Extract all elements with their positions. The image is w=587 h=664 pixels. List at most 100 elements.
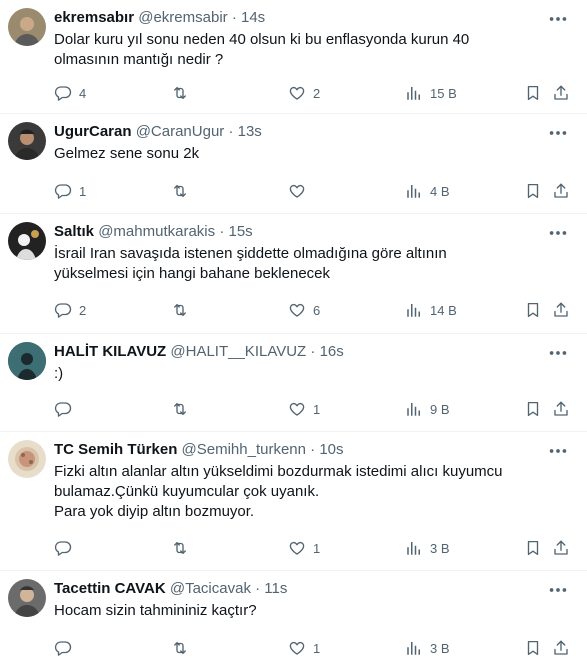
user-handle[interactable]: @CaranUgur: [136, 123, 225, 140]
views-count: 9 B: [430, 401, 450, 417]
reply-button[interactable]: [54, 637, 79, 659]
retweet-button[interactable]: [171, 398, 196, 420]
tweet[interactable]: ekremsabır @ekremsabir · 14s Dolar kuru y…: [0, 0, 587, 114]
more-dots-icon[interactable]: [547, 222, 569, 240]
display-name[interactable]: Saltık: [54, 223, 94, 240]
tweet-actions: 1 3 B: [52, 637, 587, 659]
timestamp[interactable]: 14s: [241, 9, 265, 26]
bookmark-button[interactable]: [524, 537, 542, 559]
bookmark-button[interactable]: [524, 82, 542, 104]
bookmark-icon: [524, 182, 542, 200]
display-name[interactable]: HALİT KILAVUZ: [54, 343, 166, 360]
timestamp[interactable]: 13s: [238, 123, 262, 140]
more-dots-icon[interactable]: [547, 579, 569, 597]
reply-button[interactable]: [54, 398, 79, 420]
like-button[interactable]: 1: [288, 398, 320, 420]
views-button[interactable]: 3 B: [405, 537, 450, 559]
retweet-button[interactable]: [171, 82, 196, 104]
timestamp[interactable]: 10s: [319, 441, 343, 458]
user-handle[interactable]: @HALIT__KILAVUZ: [170, 343, 306, 360]
like-count: 1: [313, 640, 321, 656]
more-dots-icon[interactable]: [547, 8, 569, 26]
like-button[interactable]: 1: [288, 537, 320, 559]
avatar[interactable]: [8, 579, 46, 617]
like-count: 6: [313, 302, 321, 318]
views-button[interactable]: 14 B: [405, 299, 457, 321]
retweet-button[interactable]: [171, 537, 196, 559]
bookmark-icon: [524, 639, 542, 657]
user-handle[interactable]: @ekremsabir: [138, 9, 227, 26]
avatar[interactable]: [8, 342, 46, 380]
like-icon: [288, 301, 306, 319]
retweet-button[interactable]: [171, 637, 196, 659]
views-count: 4 B: [430, 183, 450, 199]
share-icon: [552, 301, 570, 319]
more-dots-icon[interactable]: [547, 440, 569, 458]
share-button[interactable]: [552, 537, 570, 559]
bookmark-button[interactable]: [524, 299, 542, 321]
share-icon: [552, 639, 570, 657]
tweet[interactable]: TC Semih Türken @Semihh_turkenn · 10s Fiz…: [0, 432, 587, 571]
views-button[interactable]: 9 B: [405, 398, 450, 420]
retweet-button[interactable]: [171, 180, 196, 202]
timestamp[interactable]: 11s: [264, 580, 287, 597]
tweet-actions: 1 9 B: [52, 398, 587, 420]
separator-dot: ·: [228, 123, 234, 140]
avatar[interactable]: [8, 8, 46, 46]
tweet-text: Fizki altın alanlar altın yükseldimi boz…: [54, 463, 503, 520]
reply-count: 2: [79, 302, 87, 318]
more-dots-icon[interactable]: [547, 342, 569, 360]
retweet-icon: [171, 539, 189, 557]
reply-button[interactable]: 2: [54, 299, 86, 321]
like-button[interactable]: [288, 180, 313, 202]
user-handle[interactable]: @mahmutkarakis: [98, 223, 215, 240]
user-handle[interactable]: @Semihh_turkenn: [182, 441, 306, 458]
avatar[interactable]: [8, 440, 46, 478]
like-button[interactable]: 1: [288, 637, 320, 659]
like-icon: [288, 182, 306, 200]
timestamp[interactable]: 16s: [320, 343, 344, 360]
tweet[interactable]: UgurCaran @CaranUgur · 13s Gelmez sene so…: [0, 114, 587, 214]
tweet-text: Gelmez sene sonu 2k: [54, 145, 200, 162]
tweet[interactable]: Tacettin CAVAK @Tacicavak · 11s Hocam siz…: [0, 571, 587, 664]
timestamp[interactable]: 15s: [228, 223, 252, 240]
share-button[interactable]: [552, 637, 570, 659]
share-icon: [552, 84, 570, 102]
display-name[interactable]: Tacettin CAVAK: [54, 580, 166, 597]
share-button[interactable]: [552, 82, 570, 104]
more-dots-icon[interactable]: [547, 122, 569, 140]
tweet[interactable]: Saltık @mahmutkarakis · 15s İsrail Iran s…: [0, 214, 587, 334]
like-count: 2: [313, 85, 321, 101]
bookmark-icon: [524, 539, 542, 557]
like-icon: [288, 400, 306, 418]
bookmark-button[interactable]: [524, 180, 542, 202]
share-button[interactable]: [552, 299, 570, 321]
reply-count: 4: [79, 85, 87, 101]
retweet-button[interactable]: [171, 299, 196, 321]
views-count: 14 B: [430, 302, 457, 318]
tweet[interactable]: HALİT KILAVUZ @HALIT__KILAVUZ · 16s:) 1 9 …: [0, 334, 587, 432]
bookmark-button[interactable]: [524, 398, 542, 420]
reply-button[interactable]: 1: [54, 180, 86, 202]
avatar[interactable]: [8, 222, 46, 260]
reply-button[interactable]: 4: [54, 82, 86, 104]
retweet-icon: [171, 400, 189, 418]
user-handle[interactable]: @Tacicavak: [170, 580, 251, 597]
reply-count: 1: [79, 183, 87, 199]
bookmark-button[interactable]: [524, 637, 542, 659]
avatar[interactable]: [8, 122, 46, 160]
views-button[interactable]: 4 B: [405, 180, 450, 202]
reply-button[interactable]: [54, 537, 79, 559]
bookmark-icon: [524, 84, 542, 102]
display-name[interactable]: UgurCaran: [54, 123, 132, 140]
reply-feed: ekremsabır @ekremsabir · 14s Dolar kuru y…: [0, 0, 587, 664]
share-button[interactable]: [552, 398, 570, 420]
views-button[interactable]: 3 B: [405, 637, 450, 659]
reply-icon: [54, 539, 72, 557]
like-button[interactable]: 6: [288, 299, 320, 321]
views-button[interactable]: 15 B: [405, 82, 457, 104]
display-name[interactable]: ekremsabır: [54, 9, 134, 26]
like-button[interactable]: 2: [288, 82, 320, 104]
display-name[interactable]: TC Semih Türken: [54, 441, 177, 458]
share-button[interactable]: [552, 180, 570, 202]
